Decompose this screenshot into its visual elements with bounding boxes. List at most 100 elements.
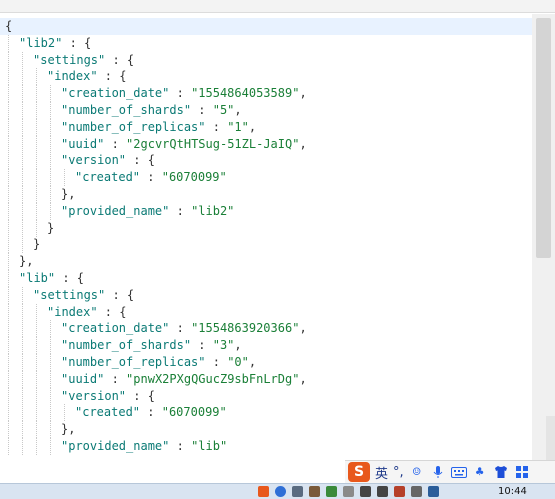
json-line[interactable]: "provided_name" : "lib" — [0, 438, 532, 455]
json-string-value: "3" — [212, 338, 235, 353]
json-line-text: }, — [61, 186, 75, 203]
json-line[interactable]: "creation_date" : "1554863920366", — [0, 320, 532, 338]
ime-language-toggle[interactable]: 英 — [375, 463, 388, 482]
indent-guide — [8, 438, 9, 455]
input-tray-icon[interactable] — [428, 486, 439, 497]
indent-guide — [22, 320, 23, 338]
json-key: "provided_name" — [61, 203, 170, 218]
json-punctuation: }, — [19, 254, 34, 269]
indent-guide — [8, 320, 9, 338]
mail-tray-icon[interactable] — [326, 486, 337, 497]
json-line[interactable]: "settings" : { — [0, 286, 532, 304]
indent-guide — [22, 421, 23, 439]
device-tray-icon[interactable] — [343, 486, 354, 497]
json-key: "version" — [61, 388, 127, 403]
indent-guide — [8, 404, 9, 422]
json-line-text: "number_of_shards" : "5", — [61, 102, 242, 119]
app-tray-icon[interactable] — [309, 486, 320, 497]
json-line[interactable]: } — [0, 219, 532, 237]
json-line[interactable]: "index" : { — [0, 303, 532, 321]
indent-guide — [8, 219, 9, 237]
json-line[interactable]: "settings" : { — [0, 51, 532, 69]
help-tray-icon[interactable] — [275, 486, 286, 497]
json-key: "uuid" — [61, 136, 105, 151]
indent-guide — [8, 236, 9, 254]
json-line[interactable]: }, — [0, 253, 532, 271]
json-line-text: "number_of_shards" : "3", — [61, 337, 242, 354]
json-line[interactable]: "created" : "6070099" — [0, 169, 532, 187]
indent-guide — [50, 387, 51, 405]
security-tray-icon[interactable] — [394, 486, 405, 497]
network-tray-icon[interactable] — [292, 486, 303, 497]
json-line[interactable]: { — [0, 18, 532, 35]
indent-guide — [50, 85, 51, 103]
keyboard-icon[interactable] — [450, 464, 467, 480]
indent-guide — [22, 438, 23, 455]
json-line[interactable]: }, — [0, 186, 532, 203]
json-line[interactable]: "version" : { — [0, 387, 532, 405]
indent-guide — [36, 85, 37, 103]
indent-guide — [50, 370, 51, 388]
json-line[interactable]: "index" : { — [0, 68, 532, 86]
json-punctuation: : — [191, 338, 213, 353]
json-line-text: "lib2" : { — [19, 35, 91, 52]
json-line[interactable]: "lib" : { — [0, 270, 532, 287]
indent-guide — [22, 404, 23, 422]
json-line[interactable]: }, — [0, 421, 532, 439]
json-line-text: "provided_name" : "lib2" — [61, 203, 234, 220]
indent-guide — [22, 337, 23, 355]
indent-guide — [22, 169, 23, 187]
json-line[interactable]: "number_of_shards" : "3", — [0, 337, 532, 355]
json-key: "lib2" — [19, 35, 63, 50]
grid-icon[interactable] — [514, 464, 530, 480]
json-punctuation: : — [169, 321, 192, 336]
json-punctuation: , — [299, 371, 307, 386]
json-line[interactable]: "number_of_shards" : "5", — [0, 102, 532, 119]
json-line[interactable]: "creation_date" : "1554864053589", — [0, 85, 532, 103]
volume-tray-icon[interactable] — [377, 486, 388, 497]
json-line-text: "uuid" : "pnwX2PXgQGucZ9sbFnLrDg", — [61, 371, 307, 388]
flag-tray-icon[interactable] — [411, 486, 422, 497]
json-line[interactable]: "provided_name" : "lib2" — [0, 202, 532, 220]
indent-guide — [8, 421, 9, 439]
smiley-icon[interactable]: ☺ — [409, 464, 425, 480]
json-line-text: "lib" : { — [19, 270, 84, 287]
sogou-logo-icon[interactable]: S — [348, 462, 370, 482]
indent-guide — [22, 303, 23, 321]
json-line-text: }, — [61, 421, 75, 438]
json-punctuation: : { — [126, 388, 155, 403]
json-punctuation: }, — [61, 187, 76, 201]
scrollbar-lower-track[interactable] — [546, 416, 555, 460]
json-punctuation: , — [299, 136, 307, 151]
indent-guide — [36, 370, 37, 388]
ime-punctuation-toggle[interactable]: °, — [393, 465, 404, 480]
indent-guide — [8, 34, 9, 52]
json-line[interactable]: } — [0, 236, 532, 254]
window-top-bar — [0, 0, 555, 13]
scrollbar-thumb[interactable] — [536, 18, 551, 258]
json-line[interactable]: "number_of_replicas" : "0", — [0, 354, 532, 371]
json-line[interactable]: "uuid" : "2gcvrQtHTSug-51ZL-JaIQ", — [0, 135, 532, 153]
taskbar-clock[interactable]: 10:44 — [498, 484, 527, 499]
json-line[interactable]: "lib2" : { — [0, 34, 532, 52]
json-line[interactable]: "uuid" : "pnwX2PXgQGucZ9sbFnLrDg", — [0, 370, 532, 388]
json-key: "settings" — [33, 287, 106, 302]
indent-guide — [50, 202, 51, 220]
json-punctuation: : — [169, 203, 192, 218]
json-punctuation: : — [169, 86, 192, 101]
json-string-value: "1554864053589" — [191, 86, 300, 101]
indent-guide — [36, 320, 37, 338]
json-punctuation: : — [140, 170, 162, 185]
json-string-value: "lib2" — [191, 203, 235, 218]
json-editor[interactable]: {"lib2" : {"settings" : {"index" : {"cre… — [0, 14, 532, 460]
shirt-icon[interactable] — [493, 464, 509, 480]
indent-guide — [50, 404, 51, 422]
sogou-tray-icon[interactable] — [258, 486, 269, 497]
json-line[interactable]: "created" : "6070099" — [0, 404, 532, 422]
skin-icon[interactable]: ♣ — [472, 464, 488, 480]
json-line[interactable]: "number_of_replicas" : "1", — [0, 118, 532, 136]
microphone-icon[interactable] — [430, 464, 446, 480]
json-line-text: "index" : { — [47, 68, 126, 85]
wifi-tray-icon[interactable] — [360, 486, 371, 497]
json-line[interactable]: "version" : { — [0, 152, 532, 170]
